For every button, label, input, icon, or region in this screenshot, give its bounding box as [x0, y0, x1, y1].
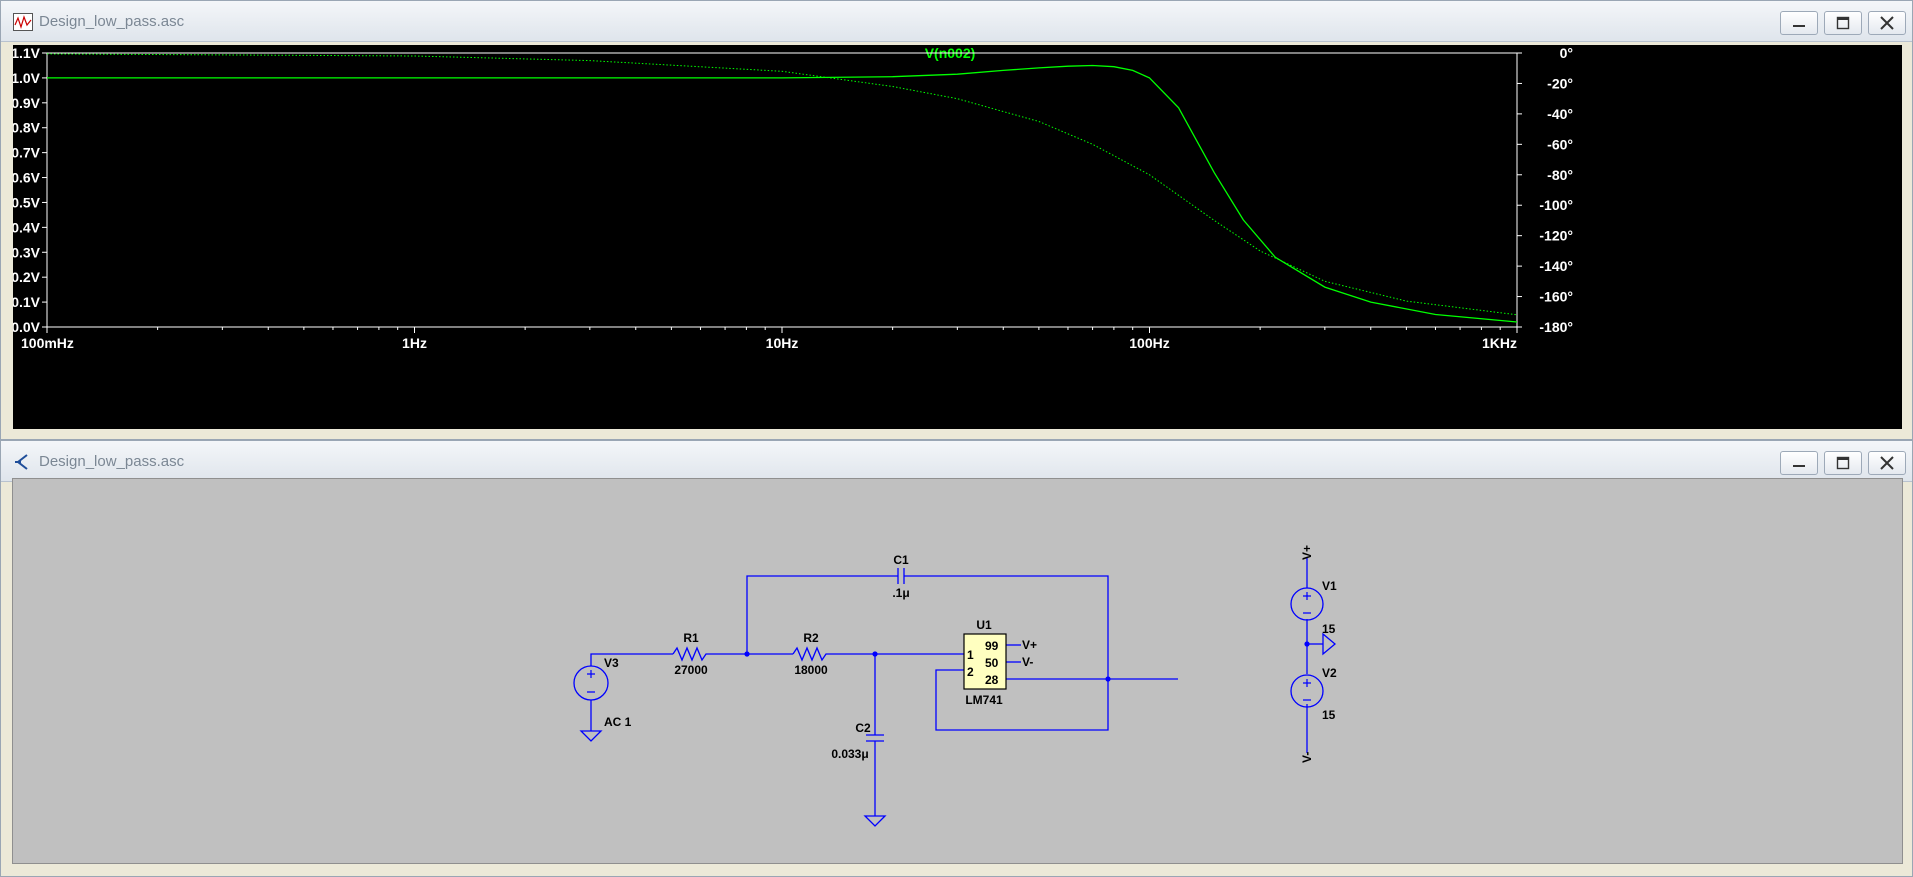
y-tick-label: 0.5V — [13, 194, 41, 210]
y2-tick-label: -180° — [1539, 319, 1573, 335]
label-net-vplus: V+ — [1300, 545, 1314, 560]
y-tick-label: 1.0V — [13, 70, 41, 86]
label-c1-value: .1μ — [892, 586, 909, 600]
label-r2-name: R2 — [803, 631, 819, 645]
label-v1-value: 15 — [1322, 622, 1336, 636]
capacitor-c2[interactable] — [866, 734, 884, 745]
junction-dot — [744, 651, 750, 657]
waveform-window: Design_low_pass.asc V(n002) 1.1V 1.0V 0.9V… — [0, 0, 1913, 440]
label-u1-model: LM741 — [965, 693, 1003, 707]
schematic-close-button[interactable] — [1868, 451, 1906, 475]
y-tick-label: 0.6V — [13, 170, 41, 186]
label-r2-value: 18000 — [794, 663, 828, 677]
label-v1-name: V1 — [1322, 579, 1337, 593]
waveform-titlebar[interactable]: Design_low_pass.asc — [1, 1, 1912, 42]
y-tick-label: 1.1V — [13, 45, 41, 61]
label-opamp-vplus: V+ — [1022, 638, 1037, 652]
y2-tick-label: -80° — [1547, 167, 1573, 183]
schematic-canvas[interactable]: C1 .1μ R1 27000 R2 18000 C2 0.033μ V3 AC… — [12, 478, 1903, 864]
label-pin-28: 28 — [985, 673, 999, 687]
y2-tick-label: -100° — [1539, 197, 1573, 213]
label-v3-value: AC 1 — [604, 715, 632, 729]
phase-trace — [46, 53, 1518, 316]
plot-pane[interactable]: V(n002) 1.1V 1.0V 0.9V 0.8V 0.7V 0.6V 0.5V 0.4V… — [11, 45, 1902, 429]
schematic-window-title: Design_low_pass.asc — [39, 453, 185, 470]
plot-series — [46, 53, 1518, 323]
label-c1-name: C1 — [893, 553, 909, 567]
waveform-window-title: Design_low_pass.asc — [39, 13, 185, 30]
schematic-drawing[interactable]: C1 .1μ R1 27000 R2 18000 C2 0.033μ V3 AC… — [13, 479, 1902, 863]
y2-tick-label: -140° — [1539, 258, 1573, 274]
minimize-icon — [1793, 465, 1805, 467]
y-tick-label: 0.0V — [13, 319, 41, 335]
maximize-icon — [1836, 456, 1850, 470]
v3-plus-mark — [587, 670, 595, 693]
close-icon — [1880, 16, 1894, 30]
label-r1-value: 27000 — [674, 663, 708, 677]
magnitude-trace — [47, 64, 1518, 323]
v1-plus-mark — [1303, 592, 1311, 614]
wire-node-r2[interactable] — [746, 575, 896, 654]
plot-axes: 1.1V 1.0V 0.9V 0.8V 0.7V 0.6V 0.5V 0.4V 0.3V 0.2V… — [11, 45, 1573, 351]
waveform-close-button[interactable] — [1868, 11, 1906, 35]
x-tick-label: 1KHz — [1482, 335, 1517, 351]
maximize-icon — [1836, 16, 1850, 30]
x-tick-label: 100mHz — [21, 335, 74, 351]
label-net-vminus: V- — [1300, 752, 1314, 763]
capacitor-c1[interactable] — [896, 568, 906, 584]
label-u1-name: U1 — [976, 618, 992, 632]
x-tick-label: 100Hz — [1129, 335, 1169, 351]
label-v2-name: V2 — [1322, 666, 1337, 680]
junction-dot — [1105, 676, 1111, 682]
bode-plot[interactable]: V(n002) 1.1V1.0V0.9V0.8V0.7V0.6V0.5V0.4V… — [11, 45, 1902, 429]
label-v3-name: V3 — [604, 656, 619, 670]
waveform-minimize-button[interactable] — [1780, 11, 1818, 35]
resistor-r2[interactable] — [792, 646, 829, 662]
y-tick-label: 0.8V — [13, 120, 41, 136]
label-v2-value: 15 — [1322, 708, 1336, 722]
junction-dot — [1304, 641, 1310, 647]
ground-v3[interactable] — [579, 730, 603, 742]
schematic-titlebar[interactable]: Design_low_pass.asc — [1, 441, 1912, 482]
label-pin-1: 1 — [967, 648, 974, 662]
resistor-r1[interactable] — [672, 646, 709, 662]
close-icon — [1880, 456, 1894, 470]
minimize-icon — [1793, 25, 1805, 27]
waveform-viewer-icon — [13, 13, 33, 31]
label-c2-value: 0.033μ — [831, 747, 868, 761]
label-pin-50: 50 — [985, 656, 999, 670]
label-pin-99: 99 — [985, 639, 999, 653]
ground-supply[interactable] — [1322, 632, 1337, 656]
y-tick-label: 0.2V — [13, 269, 41, 285]
schematic-minimize-button[interactable] — [1780, 451, 1818, 475]
y-tick-label: 0.9V — [13, 95, 41, 111]
y-tick-label: 0.4V — [13, 219, 41, 235]
y2-tick-label: 0° — [1560, 45, 1573, 61]
x-tick-label: 1Hz — [402, 335, 427, 351]
v2-plus-mark — [1303, 679, 1311, 701]
y2-tick-label: -60° — [1547, 136, 1573, 152]
waveform-maximize-button[interactable] — [1824, 11, 1862, 35]
x-tick-label: 10Hz — [766, 335, 799, 351]
plot-frame — [46, 52, 1518, 328]
wire-c1-out[interactable] — [906, 575, 1109, 679]
schematic-editor-icon — [15, 454, 28, 470]
y-tick-label: 0.1V — [13, 294, 41, 310]
label-opamp-vminus: V- — [1022, 655, 1033, 669]
junction-dot — [872, 651, 878, 657]
y-tick-label: 0.7V — [13, 145, 41, 161]
label-c2-name: C2 — [855, 721, 871, 735]
y2-tick-label: -160° — [1539, 289, 1573, 305]
label-pin-2: 2 — [967, 665, 974, 679]
y2-tick-label: -40° — [1547, 106, 1573, 122]
ground-c2[interactable] — [863, 815, 887, 827]
y2-tick-label: -20° — [1547, 75, 1573, 91]
label-r1-name: R1 — [683, 631, 699, 645]
y2-tick-label: -120° — [1539, 228, 1573, 244]
y-tick-label: 0.3V — [13, 244, 41, 260]
schematic-maximize-button[interactable] — [1824, 451, 1862, 475]
